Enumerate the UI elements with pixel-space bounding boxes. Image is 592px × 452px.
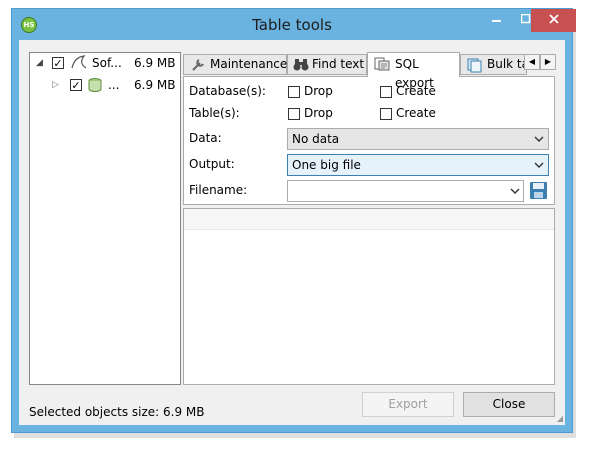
expand-arrow-icon[interactable]: ▷ xyxy=(52,76,59,94)
data-select[interactable]: No data xyxy=(287,128,549,150)
tree-item-label: ... xyxy=(108,78,120,92)
collapse-arrow-icon[interactable]: ◢ xyxy=(36,54,43,72)
output-select[interactable]: One big file xyxy=(287,154,549,176)
filename-input[interactable] xyxy=(287,180,524,202)
chevron-down-icon[interactable] xyxy=(510,181,520,204)
output-header-strip xyxy=(184,209,554,230)
database-icon xyxy=(88,77,102,98)
dolphin-icon xyxy=(70,54,88,75)
tab-scroll-left-button[interactable]: ◀ xyxy=(524,54,540,70)
object-tree[interactable]: ◢ ✓ Sof... 6.9 MB ▷ ✓ ... 6.9 MB xyxy=(29,52,181,385)
tables-create-label: Create xyxy=(396,106,436,120)
tab-label: Find text xyxy=(312,57,365,71)
tab-label: Bulk ta xyxy=(487,57,527,71)
tables-drop-checkbox[interactable] xyxy=(288,108,300,120)
databases-drop-checkbox[interactable] xyxy=(288,86,300,98)
resize-grip-icon[interactable]: ◢ xyxy=(557,414,563,423)
close-window-button[interactable] xyxy=(531,9,576,32)
chevron-right-icon: ▶ xyxy=(544,57,552,66)
tree-item-size: 6.9 MB xyxy=(134,78,176,92)
tab-sql-export[interactable]: SQL export xyxy=(367,52,460,90)
tab-label: SQL export xyxy=(395,57,434,90)
tab-label: Maintenance xyxy=(210,57,288,71)
export-button[interactable]: Export xyxy=(362,392,454,417)
tree-item-checkbox[interactable]: ✓ xyxy=(52,57,64,69)
maximize-icon xyxy=(520,13,530,24)
minimize-button[interactable] xyxy=(483,9,510,32)
tables-drop-label: Drop xyxy=(304,106,333,120)
tab-find-text[interactable]: Find text xyxy=(287,54,367,75)
databases-drop-label: Drop xyxy=(304,84,333,98)
minimize-icon xyxy=(491,20,501,22)
save-file-button[interactable] xyxy=(529,181,548,200)
floppy-disk-icon xyxy=(530,182,547,199)
tables-label: Table(s): xyxy=(189,106,240,120)
sql-export-panel: Database(s): Drop Create Table(s): Drop … xyxy=(183,76,555,205)
close-icon xyxy=(548,14,559,24)
binoculars-icon xyxy=(293,58,309,78)
sql-output-area[interactable] xyxy=(183,208,555,385)
data-select-value: No data xyxy=(292,132,340,146)
tree-item-label: Sof... xyxy=(92,56,122,70)
databases-create-checkbox[interactable] xyxy=(380,86,392,98)
close-button[interactable]: Close xyxy=(463,392,555,417)
tree-item-checkbox[interactable]: ✓ xyxy=(70,79,82,91)
tree-item-database[interactable]: ▷ ✓ ... 6.9 MB xyxy=(36,76,176,94)
tables-create-checkbox[interactable] xyxy=(380,108,392,120)
chevron-left-icon: ◀ xyxy=(528,57,536,66)
databases-label: Database(s): xyxy=(189,84,266,98)
tree-item-size: 6.9 MB xyxy=(134,56,176,70)
tab-scroll-right-button[interactable]: ▶ xyxy=(540,54,556,70)
data-label: Data: xyxy=(189,131,222,145)
dialog-client-area: ◢ ✓ Sof... 6.9 MB ▷ ✓ ... 6.9 MB Mainten… xyxy=(19,40,565,425)
table-tools-window: HS Table tools ◢ ✓ Sof... 6.9 MB ▷ ✓ ...… xyxy=(11,8,576,433)
status-text: Selected objects size: 6.9 MB xyxy=(29,405,205,419)
sql-export-icon xyxy=(374,56,390,78)
tab-maintenance[interactable]: Maintenance xyxy=(183,54,287,75)
output-select-value: One big file xyxy=(292,158,361,172)
tab-strip: Maintenance Find text SQL export Bulk ta xyxy=(183,52,556,90)
chevron-down-icon xyxy=(534,155,544,183)
filename-label: Filename: xyxy=(189,183,248,197)
tree-item-server[interactable]: ◢ ✓ Sof... 6.9 MB xyxy=(36,54,176,72)
title-bar[interactable]: HS Table tools xyxy=(12,9,576,40)
bulk-icon xyxy=(466,57,482,74)
chevron-down-icon xyxy=(534,129,544,157)
tab-bulk[interactable]: Bulk ta xyxy=(460,54,527,75)
output-label: Output: xyxy=(189,157,235,171)
